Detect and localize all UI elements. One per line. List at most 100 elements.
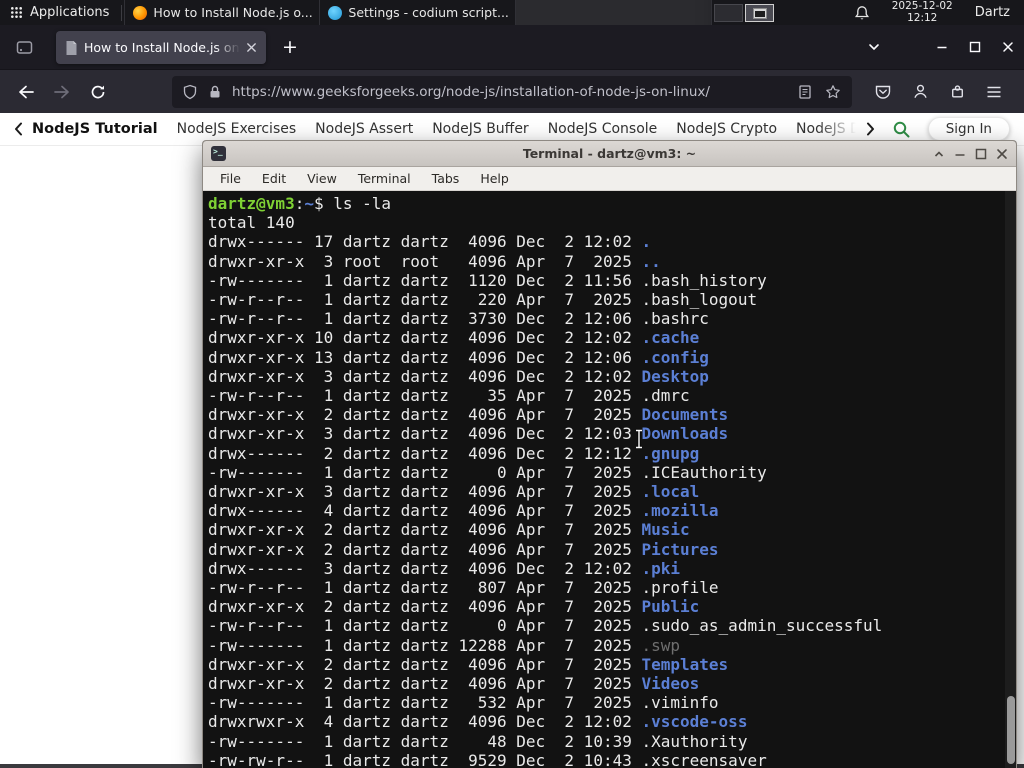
taskbar-window-button[interactable]: Terminal - dartz@vm3: ~ <box>516 0 713 25</box>
site-nav-back-label: NodeJS Tutorial <box>32 121 158 137</box>
terminal-shade-button[interactable] <box>933 148 945 160</box>
panel-clock[interactable]: 2025-12-02 12:12 <box>892 0 953 24</box>
terminal-output-line: -rw------- 1 dartz dartz 12288 Apr 7 202… <box>208 635 681 655</box>
sign-in-button[interactable]: Sign In <box>927 117 1010 141</box>
chevron-right-icon[interactable] <box>866 122 875 136</box>
file-name: .viminfo <box>641 693 719 713</box>
file-name: .Xauthority <box>641 731 748 751</box>
site-nav-link[interactable]: NodeJS Exercises <box>177 121 297 137</box>
terminal-menu-file[interactable]: File <box>220 171 241 186</box>
file-name: .dmrc <box>641 386 690 406</box>
file-name: Music <box>641 520 690 540</box>
terminal-output-line: drwx------ 3 dartz dartz 4096 Dec 2 12:0… <box>208 558 681 578</box>
site-nav-link[interactable]: NodeJS Crypto <box>676 121 777 137</box>
terminal-window: Terminal - dartz@vm3: ~ File Edit View Term… <box>202 140 1017 768</box>
clock-time: 12:12 <box>907 11 938 24</box>
terminal-output-line: drwxr-xr-x 2 dartz dartz 4096 Apr 7 2025… <box>208 674 700 694</box>
file-name: .sudo_as_admin_successful <box>641 616 883 636</box>
taskbar: How to Install Node.js o... Settings - co… <box>124 0 713 25</box>
reader-mode-icon[interactable] <box>798 84 812 100</box>
workspace-1[interactable] <box>713 3 743 22</box>
menu-hamburger-icon[interactable] <box>986 85 1002 99</box>
search-icon[interactable] <box>892 120 911 139</box>
lock-icon[interactable] <box>208 84 222 100</box>
terminal-output-line: -rw-r--r-- 1 dartz dartz 3730 Dec 2 12:0… <box>208 309 709 329</box>
applications-menu-button[interactable]: Applications <box>0 0 119 25</box>
browser-maximize-button[interactable] <box>958 25 991 69</box>
workspace-pager[interactable] <box>713 3 774 22</box>
site-nav-back[interactable]: NodeJS Tutorial <box>14 121 158 137</box>
notification-bell-icon[interactable] <box>854 5 870 21</box>
terminal-scrollbar[interactable] <box>1005 191 1016 768</box>
terminal-output-line: drwx------ 17 dartz dartz 4096 Dec 2 12:… <box>208 232 652 252</box>
terminal-output-line: total 140 <box>208 213 295 233</box>
tab-close-icon[interactable] <box>246 42 257 53</box>
terminal-menu-view[interactable]: View <box>307 171 337 186</box>
site-nav-link[interactable]: NodeJS Console <box>548 121 658 137</box>
terminal-titlebar[interactable]: Terminal - dartz@vm3: ~ <box>203 141 1016 167</box>
terminal-output-line: drwxr-xr-x 13 dartz dartz 4096 Dec 2 12:… <box>208 347 709 367</box>
terminal-output-line: -rw------- 1 dartz dartz 0 Apr 7 2025 .I… <box>208 462 767 482</box>
terminal-output-line: drwxrwxr-x 4 dartz dartz 4096 Dec 2 12:0… <box>208 712 748 732</box>
desktop: { "panel": { "applications_label": "Appl… <box>0 0 1024 768</box>
terminal-menu-edit[interactable]: Edit <box>262 171 286 186</box>
terminal-output-line: drwxr-xr-x 2 dartz dartz 4096 Apr 7 2025… <box>208 539 719 559</box>
taskbar-window-button[interactable]: How to Install Node.js o... <box>124 0 321 25</box>
terminal-scrollbar-thumb[interactable] <box>1007 696 1015 764</box>
account-icon[interactable] <box>912 83 929 100</box>
file-name: Videos <box>641 674 700 694</box>
pocket-icon[interactable] <box>874 83 892 101</box>
codium-icon <box>328 5 343 20</box>
terminal-window-title: Terminal - dartz@vm3: ~ <box>522 146 697 161</box>
file-name: .gnupg <box>641 443 700 463</box>
site-nav-link[interactable]: NodeJS Buffer <box>432 121 529 137</box>
terminal-menu-help[interactable]: Help <box>480 171 509 186</box>
file-name: .swp <box>641 635 681 655</box>
file-name: Pictures <box>641 539 719 559</box>
file-name: Public <box>641 597 700 617</box>
terminal-output-line: -rw-r--r-- 1 dartz dartz 35 Apr 7 2025 .… <box>208 386 690 406</box>
terminal-output-line: drwxr-xr-x 3 dartz dartz 4096 Apr 7 2025… <box>208 482 700 502</box>
file-name: .bashrc <box>641 309 709 329</box>
file-name: .local <box>641 482 700 502</box>
terminal-menu-tabs[interactable]: Tabs <box>432 171 460 186</box>
browser-tab-active[interactable]: How to Install Node.js on <box>56 31 266 64</box>
user-menu[interactable]: Dartz <box>975 5 1010 20</box>
chevron-left-icon <box>14 122 23 136</box>
mini-window-icon <box>752 7 767 19</box>
bookmark-star-icon[interactable] <box>825 84 841 100</box>
site-nav-link[interactable]: NodeJS Assert <box>315 121 413 137</box>
file-name: .cache <box>641 328 700 348</box>
browser-toolbar: https://www.geeksforgeeks.org/node-js/in… <box>0 69 1024 113</box>
terminal-output-line: drwxr-xr-x 2 dartz dartz 4096 Apr 7 2025… <box>208 405 729 425</box>
file-name: Templates <box>641 654 729 674</box>
file-name: .bash_logout <box>641 290 758 310</box>
terminal-output-line: drwxr-xr-x 2 dartz dartz 4096 Apr 7 2025… <box>208 520 690 540</box>
terminal-menu-terminal[interactable]: Terminal <box>358 171 411 186</box>
terminal-close-button[interactable] <box>996 148 1008 160</box>
file-name: Documents <box>641 405 729 425</box>
firefox-view-icon[interactable] <box>16 40 33 55</box>
terminal-output-line: -rw-r--r-- 1 dartz dartz 0 Apr 7 2025 .s… <box>208 616 883 636</box>
url-text[interactable]: https://www.geeksforgeeks.org/node-js/in… <box>232 84 798 100</box>
forward-button[interactable] <box>46 76 78 108</box>
tracking-protection-shield-icon[interactable] <box>182 84 198 100</box>
browser-minimize-button[interactable] <box>925 25 958 69</box>
terminal-prompt-line: dartz@vm3:~$ ls -la <box>208 194 392 213</box>
reload-button[interactable] <box>82 76 114 108</box>
list-all-tabs-chevron-icon[interactable] <box>867 40 881 54</box>
url-bar[interactable]: https://www.geeksforgeeks.org/node-js/in… <box>172 75 852 108</box>
tab-favicon <box>65 40 78 56</box>
applications-grid-icon <box>10 6 23 19</box>
terminal-maximize-button[interactable] <box>975 148 987 160</box>
browser-close-button[interactable] <box>991 25 1024 69</box>
terminal-output-line: -rw-r--r-- 1 dartz dartz 220 Apr 7 2025 … <box>208 290 758 310</box>
new-tab-button[interactable]: + <box>276 33 304 61</box>
terminal-minimize-button[interactable] <box>954 148 966 160</box>
workspace-2-active[interactable] <box>744 3 774 22</box>
taskbar-window-button[interactable]: Settings - codium script... <box>320 0 517 25</box>
back-button[interactable] <box>10 76 42 108</box>
browser-tab-bar: How to Install Node.js on + <box>0 25 1024 69</box>
terminal-screen[interactable]: dartz@vm3:~$ ls -la total 140 drwx------ 1… <box>203 191 1016 768</box>
extensions-puzzle-icon[interactable] <box>949 83 966 100</box>
